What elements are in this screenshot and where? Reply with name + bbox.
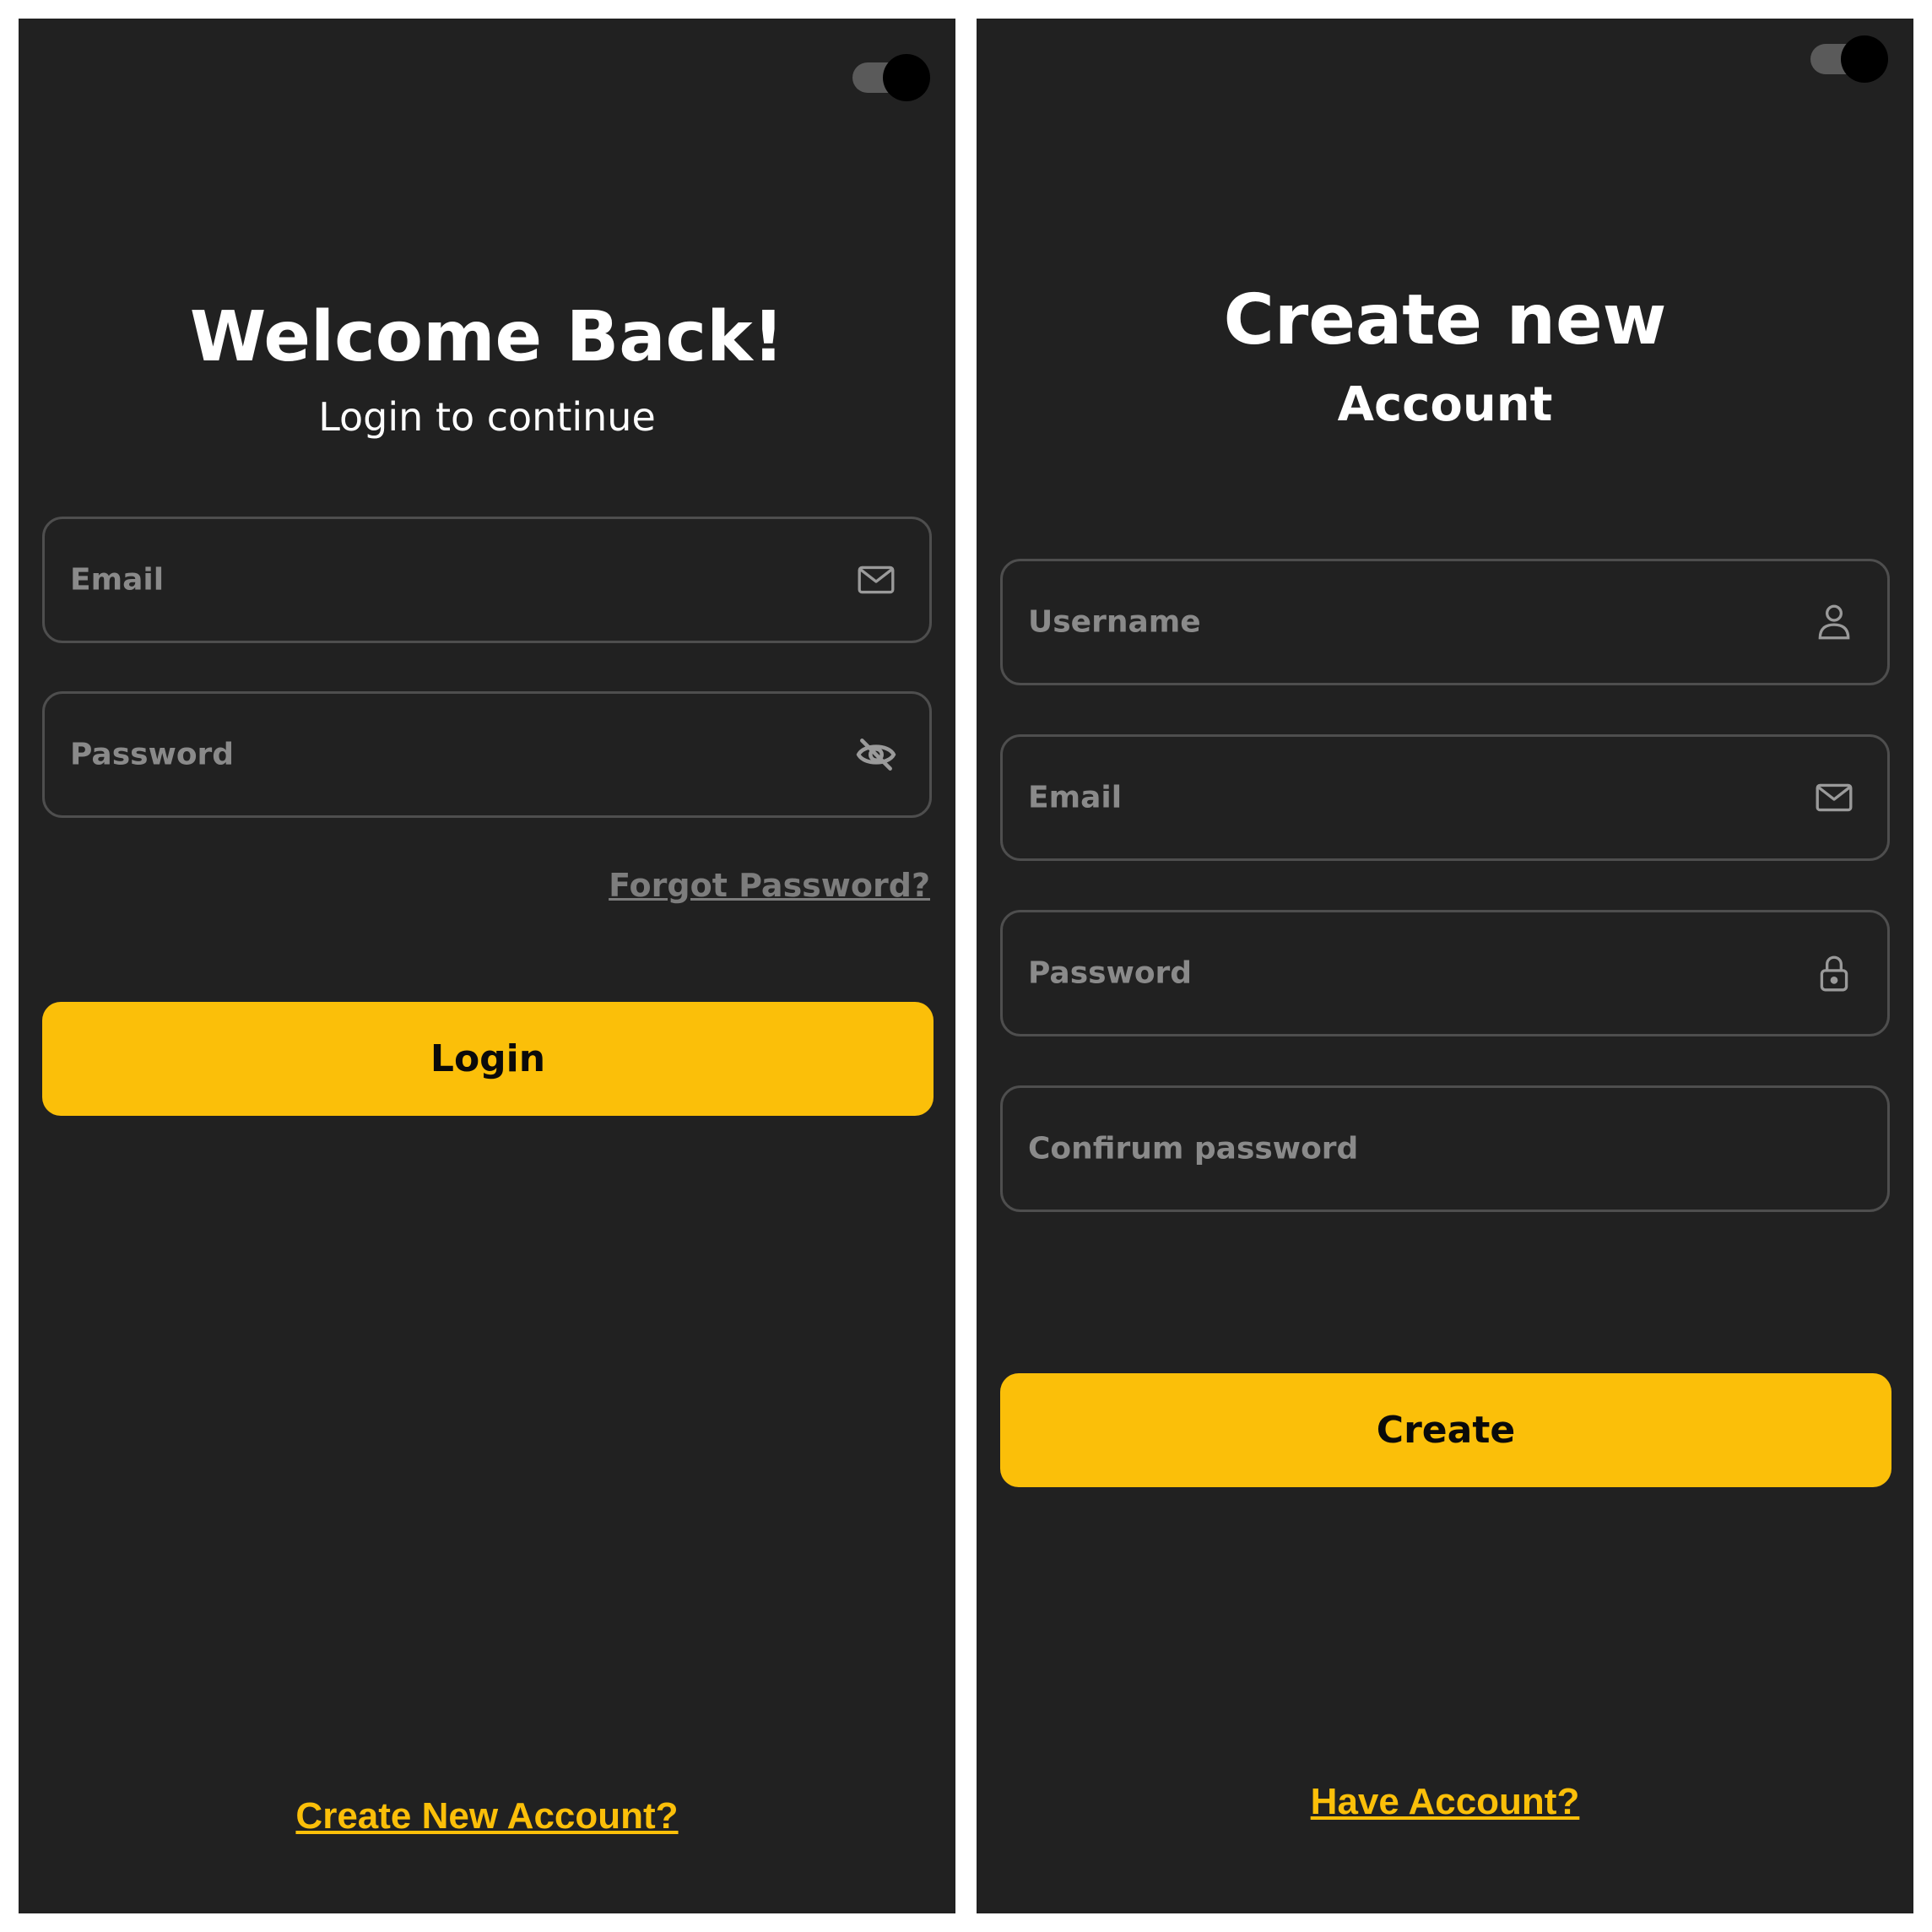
password-field[interactable]: Password	[1000, 910, 1890, 1036]
confirm-password-placeholder: Confirum password	[1028, 1131, 1359, 1166]
page-subtitle: Login to continue	[318, 394, 656, 440]
forgot-password-link[interactable]: Forgot Password?	[609, 867, 930, 904]
email-field[interactable]: Email	[42, 517, 932, 643]
login-button[interactable]: Login	[42, 1002, 934, 1116]
password-placeholder: Password	[70, 737, 235, 772]
username-field[interactable]: Username	[1000, 559, 1890, 685]
mail-icon	[1813, 777, 1855, 819]
lock-icon	[1813, 952, 1855, 994]
eye-off-icon[interactable]	[855, 733, 897, 776]
theme-toggle[interactable]	[852, 54, 930, 101]
password-field[interactable]: Password	[42, 691, 932, 818]
email-placeholder: Email	[70, 562, 165, 598]
login-screen: Welcome Back! Login to continue Email Pa…	[19, 19, 955, 1913]
username-placeholder: Username	[1028, 604, 1201, 640]
create-button[interactable]: Create	[1000, 1373, 1891, 1487]
email-placeholder: Email	[1028, 780, 1123, 815]
theme-toggle[interactable]	[1810, 35, 1888, 83]
toggle-knob	[883, 54, 930, 101]
create-account-screen: Create new Account Username Email Passwo…	[977, 19, 1913, 1913]
have-account-link[interactable]: Have Account?	[977, 1781, 1913, 1823]
page-title: Welcome Back!	[189, 297, 785, 377]
user-icon	[1813, 601, 1855, 643]
page-title: Create new	[1223, 280, 1667, 360]
password-placeholder: Password	[1028, 955, 1193, 991]
confirm-password-field[interactable]: Confirum password	[1000, 1085, 1890, 1212]
mail-icon	[855, 559, 897, 601]
page-title-line2: Account	[1337, 377, 1553, 432]
email-field[interactable]: Email	[1000, 734, 1890, 861]
toggle-knob	[1841, 35, 1888, 83]
create-account-link[interactable]: Create New Account?	[19, 1795, 955, 1837]
